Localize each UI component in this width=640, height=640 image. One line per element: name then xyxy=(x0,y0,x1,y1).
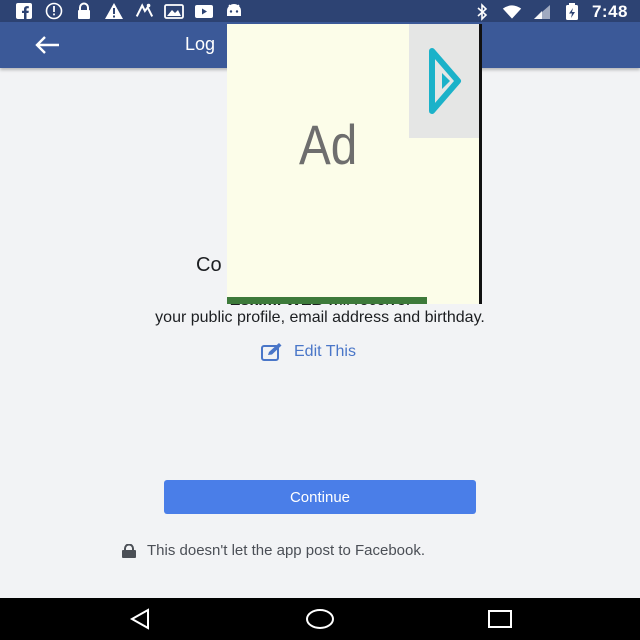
ad-choices-button[interactable] xyxy=(409,24,479,138)
signal-icon xyxy=(532,3,552,21)
ad-choices-icon xyxy=(429,48,461,114)
confirm-heading: Co xyxy=(196,254,222,276)
clock: 7:48 xyxy=(591,2,628,21)
video-icon xyxy=(194,2,214,20)
status-bar: 7:48 xyxy=(0,0,640,22)
lock-icon xyxy=(74,2,94,20)
lock-icon xyxy=(122,543,136,558)
ad-progress-bar xyxy=(227,297,427,304)
edit-label: Edit This xyxy=(294,343,356,360)
photo-icon xyxy=(164,2,184,20)
nav-back-button[interactable] xyxy=(120,604,160,634)
square-recents-icon xyxy=(488,610,512,628)
warning-icon xyxy=(104,2,124,20)
nav-recents-button[interactable] xyxy=(480,604,520,634)
circle-home-icon xyxy=(306,609,334,629)
continue-button[interactable]: Continue xyxy=(164,480,476,514)
back-button[interactable] xyxy=(32,32,62,58)
battery-icon xyxy=(562,3,582,21)
edit-permissions-link[interactable]: Edit This xyxy=(260,342,356,362)
bluetooth-icon xyxy=(472,3,492,21)
nav-home-button[interactable] xyxy=(300,604,340,634)
ad-overlay[interactable]: Ad xyxy=(227,24,482,304)
ad-label: Ad xyxy=(299,113,358,176)
android-icon xyxy=(224,2,244,20)
triangle-back-icon xyxy=(129,608,149,630)
post-permission-note: This doesn't let the app post to Faceboo… xyxy=(121,542,425,559)
edit-icon xyxy=(261,343,282,361)
note-text: This doesn't let the app post to Faceboo… xyxy=(147,542,426,559)
page-title: Log xyxy=(185,34,216,54)
wifi-icon xyxy=(502,3,522,21)
info-icon xyxy=(44,2,64,20)
permissions-text: your public profile, email address and b… xyxy=(155,309,485,326)
facebook-icon xyxy=(14,2,34,20)
arrow-left-icon xyxy=(35,36,59,54)
navigation-bar xyxy=(0,598,640,640)
app-icon xyxy=(134,2,154,20)
